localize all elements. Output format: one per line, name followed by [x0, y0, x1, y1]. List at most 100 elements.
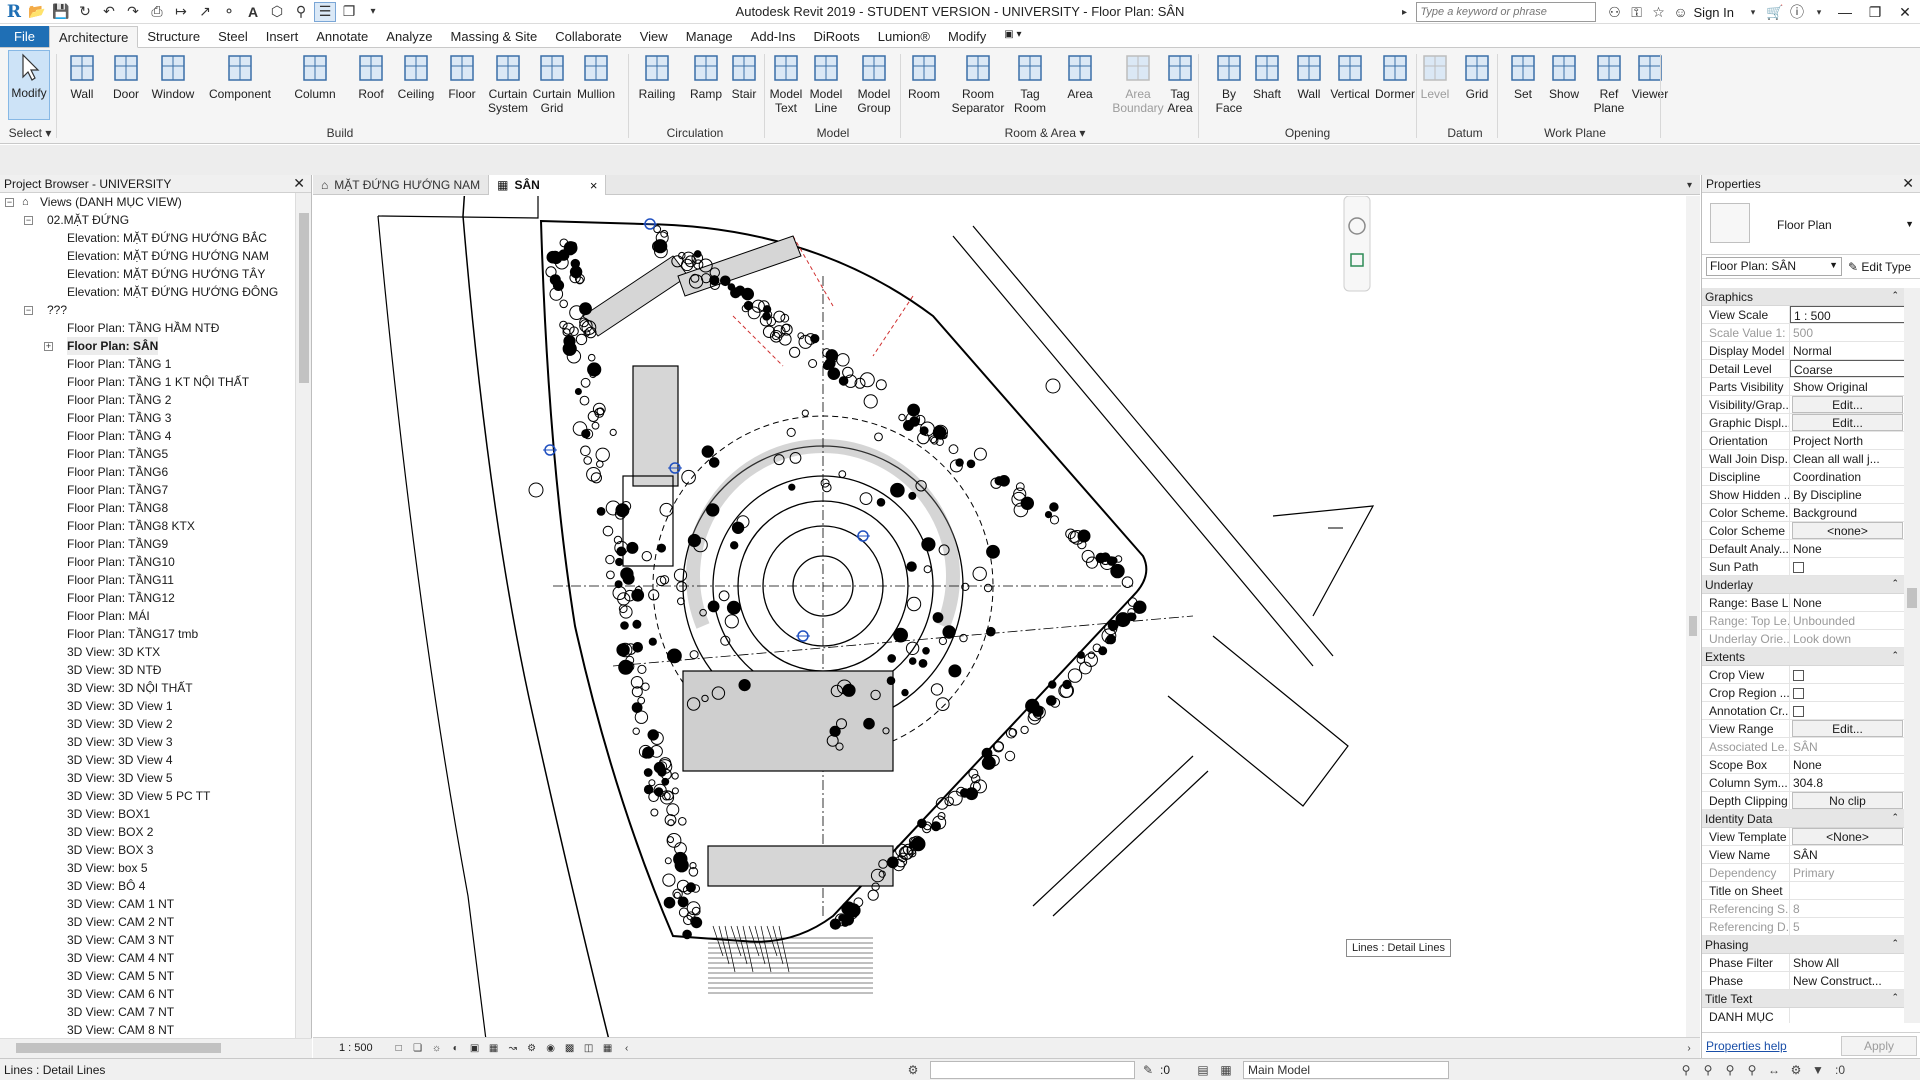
minimize-button[interactable]: — — [1830, 0, 1860, 24]
section-icon[interactable]: ⚲ — [290, 2, 312, 22]
text-icon[interactable]: A — [242, 2, 264, 22]
show-button[interactable]: Show — [1546, 52, 1582, 124]
property-group-header[interactable]: Identity Data ⌃ — [1702, 810, 1905, 828]
collapse-group-icon[interactable]: ⌃ — [1891, 938, 1899, 949]
help-dropdown-icon[interactable]: ▾ — [1808, 1, 1830, 23]
tag-area-button[interactable]: Tag Area — [1162, 52, 1198, 124]
tree-item[interactable]: 3D View: 3D View 3 — [0, 733, 296, 751]
revit-logo-icon[interactable]: R — [4, 2, 24, 22]
tree-item[interactable]: 3D View: CAM 2 NT — [0, 913, 296, 931]
railing-button[interactable]: Railing — [636, 52, 678, 124]
tree-item[interactable]: 3D View: CAM 5 NT — [0, 967, 296, 985]
tree-item[interactable]: 3D View: 3D View 2 — [0, 715, 296, 733]
room-separator-button[interactable]: Room Separator — [950, 52, 1006, 124]
property-value[interactable]: By Discipline — [1790, 486, 1905, 503]
property-group-header[interactable]: Graphics ⌃ — [1702, 288, 1905, 306]
tree-item[interactable]: 3D View: CAM 6 NT — [0, 985, 296, 1003]
scroll-right-icon[interactable]: › — [1681, 1041, 1697, 1055]
ref-plane-button[interactable]: Ref Plane — [1590, 52, 1628, 124]
property-value[interactable]: Show Original — [1790, 378, 1905, 395]
tab-list-dropdown-icon[interactable]: ▾ — [1679, 175, 1700, 195]
property-value[interactable]: None — [1790, 756, 1905, 773]
dormer-button[interactable]: Dormer — [1375, 52, 1415, 124]
tree-item[interactable]: 3D View: BOX1 — [0, 805, 296, 823]
tree-item[interactable]: Floor Plan: TẦNG HẦM NTĐ — [0, 319, 296, 337]
window-button[interactable]: Window — [145, 52, 201, 124]
floor-button[interactable]: Floor — [442, 52, 482, 124]
property-value[interactable]: Show All — [1790, 954, 1905, 971]
tree-item[interactable]: 3D View: 3D NỘI THẤT — [0, 679, 296, 697]
close-properties-icon[interactable]: ✕ — [1902, 175, 1914, 192]
tab-analyze[interactable]: Analyze — [377, 26, 441, 47]
property-value[interactable]: Coarse — [1790, 360, 1905, 377]
roof-button[interactable]: Roof — [352, 52, 390, 124]
tab-structure[interactable]: Structure — [138, 26, 209, 47]
tree-item[interactable]: Floor Plan: TẦNG17 tmb — [0, 625, 296, 643]
tag-icon[interactable]: ⚬ — [218, 2, 240, 22]
tree-item[interactable]: 3D View: 3D View 5 PC TT — [0, 787, 296, 805]
browser-horizontal-scrollbar[interactable] — [0, 1038, 312, 1058]
select-underlay-icon[interactable]: ⚲ — [1700, 1062, 1716, 1078]
tree-item[interactable]: 3D View: CAM 3 NT — [0, 931, 296, 949]
property-edit-button[interactable]: Edit... — [1792, 720, 1903, 737]
search-input[interactable] — [1415, 2, 1596, 22]
property-value[interactable] — [1790, 684, 1905, 701]
tree-item[interactable]: Floor Plan: TẦNG7 — [0, 481, 296, 499]
collapse-icon[interactable]: − — [24, 216, 33, 225]
tree-item[interactable]: Floor Plan: TẦNG11 — [0, 571, 296, 589]
signin-dropdown-icon[interactable]: ▾ — [1742, 1, 1764, 23]
ramp-button[interactable]: Ramp — [688, 52, 724, 124]
view-scale-button[interactable]: 1 : 500 — [339, 1042, 373, 1054]
column-button[interactable]: Column — [290, 52, 340, 124]
modify-button[interactable]: Modify — [8, 50, 50, 120]
switch-windows-icon[interactable]: ❐ — [338, 2, 360, 22]
collapse-icon[interactable]: − — [5, 198, 14, 207]
collapse-group-icon[interactable]: ⌃ — [1891, 578, 1899, 589]
tree-item[interactable]: Floor Plan: TẦNG12 — [0, 589, 296, 607]
ribbon-minimize-icon[interactable]: ▣ ▾ — [995, 26, 1030, 47]
subscription-icon[interactable]: ⚿ — [1626, 1, 1648, 23]
door-button[interactable]: Door — [108, 52, 144, 124]
tree-item[interactable]: 3D View: box 5 — [0, 859, 296, 877]
property-group-header[interactable]: Extents ⌃ — [1702, 648, 1905, 666]
tab-annotate[interactable]: Annotate — [307, 26, 377, 47]
favorites-star-icon[interactable]: ☆ — [1648, 1, 1670, 23]
workset-select[interactable] — [930, 1061, 1135, 1079]
show-crop-region-icon[interactable]: ▦ — [486, 1041, 502, 1055]
property-edit-button[interactable]: Edit... — [1792, 396, 1903, 413]
shadows-icon[interactable]: ◐ — [448, 1041, 464, 1055]
mullion-button[interactable]: Mullion — [576, 52, 616, 124]
property-value[interactable]: Normal — [1790, 342, 1905, 359]
select-links-icon[interactable]: ⚲ — [1678, 1062, 1694, 1078]
print-icon[interactable]: ⎙ — [146, 2, 168, 22]
collapse-group-icon[interactable]: ⌃ — [1891, 812, 1899, 823]
property-value[interactable] — [1790, 666, 1905, 683]
property-edit-button[interactable]: <None> — [1792, 828, 1903, 845]
tag-room-button[interactable]: Tag Room — [1010, 52, 1050, 124]
reveal-hidden-icon[interactable]: ◉ — [543, 1041, 559, 1055]
tab-insert[interactable]: Insert — [257, 26, 308, 47]
sync-icon[interactable]: ↻ — [74, 2, 96, 22]
save-icon[interactable]: 💾 — [50, 2, 72, 22]
type-dropdown-icon[interactable]: ▼ — [1905, 219, 1914, 229]
property-group-header[interactable]: Title Text ⌃ — [1702, 990, 1905, 1008]
tree-item[interactable]: Floor Plan: TẦNG 1 — [0, 355, 296, 373]
panel-label-room-area[interactable]: Room & Area ▾ — [900, 126, 1190, 140]
property-value[interactable]: New Construct... — [1790, 972, 1905, 989]
unlock-3d-icon[interactable]: ↝ — [505, 1041, 521, 1055]
open-icon[interactable]: 📂 — [26, 2, 48, 22]
collapse-group-icon[interactable]: ⌃ — [1891, 992, 1899, 1003]
tree-item[interactable]: + Floor Plan: SÂN — [0, 337, 296, 355]
tab-steel[interactable]: Steel — [209, 26, 257, 47]
drag-elements-icon[interactable]: ↔ — [1766, 1062, 1782, 1078]
crop-view-icon[interactable]: ▣ — [467, 1041, 483, 1055]
tab-view[interactable]: View — [631, 26, 677, 47]
property-value[interactable] — [1790, 882, 1905, 899]
background-processes-icon[interactable]: ⚙ — [1788, 1062, 1804, 1078]
tree-item[interactable]: Floor Plan: TẦNG8 — [0, 499, 296, 517]
drawing-canvas[interactable]: Lines : Detail Lines — [313, 196, 1686, 1037]
tree-item[interactable]: 3D View: BOX 3 — [0, 841, 296, 859]
binoculars-icon[interactable]: ⚇ — [1604, 1, 1626, 23]
3d-view-icon[interactable]: ⬡ — [266, 2, 288, 22]
tree-item[interactable]: − 02.MẶT ĐỨNG — [0, 211, 296, 229]
